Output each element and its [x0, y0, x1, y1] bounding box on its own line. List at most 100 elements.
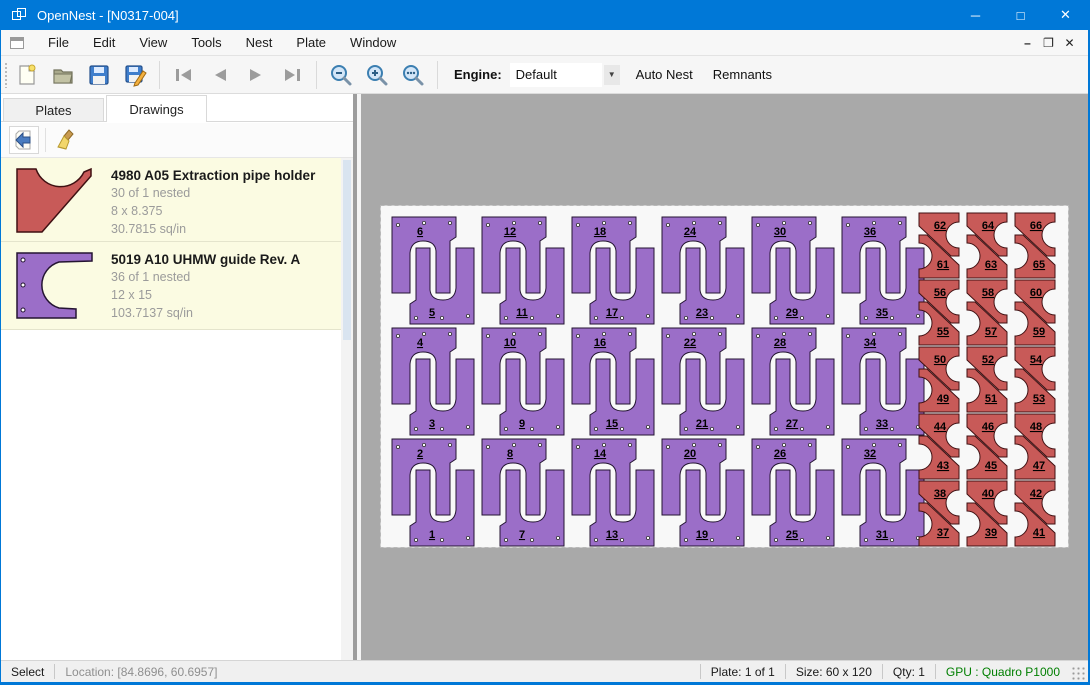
drill-hole — [448, 332, 451, 335]
drill-hole — [916, 314, 919, 317]
part-number: 59 — [1033, 326, 1045, 338]
tab-plates[interactable]: Plates — [3, 98, 104, 121]
menu-edit[interactable]: Edit — [81, 30, 127, 56]
close-button[interactable]: ✕ — [1043, 0, 1088, 30]
drawing-1-title: 4980 A05 Extraction pipe holder — [111, 164, 339, 183]
drill-hole — [422, 443, 425, 446]
go-previous-button[interactable] — [202, 59, 238, 91]
drill-hole — [556, 314, 559, 317]
drill-hole — [864, 427, 867, 430]
zoom-fit-icon — [400, 62, 426, 88]
drawings-scrollbar[interactable] — [341, 158, 353, 660]
drill-hole — [718, 332, 721, 335]
menu-tools[interactable]: Tools — [179, 30, 233, 56]
status-bar: Select Location: [84.8696, 60.6957] Plat… — [1, 660, 1088, 682]
part-number: 17 — [606, 307, 618, 319]
nest-view[interactable]: 6543211211109871817161514132423222120193… — [361, 94, 1088, 660]
part-number: 66 — [1030, 220, 1042, 232]
part-number: 21 — [696, 418, 708, 430]
part-number: 16 — [594, 337, 606, 349]
part-number: 33 — [876, 418, 888, 430]
drill-hole — [736, 536, 739, 539]
auto-nest-button[interactable]: Auto Nest — [626, 60, 703, 90]
drill-hole — [396, 445, 399, 448]
drill-hole — [898, 221, 901, 224]
list-item-drawing-1[interactable]: 4980 A05 Extraction pipe holder 30 of 1 … — [1, 158, 345, 242]
engine-dropdown-arrow[interactable]: ▼ — [604, 65, 620, 85]
go-first-button[interactable] — [166, 59, 202, 91]
open-button[interactable] — [45, 59, 81, 91]
go-next-button[interactable] — [238, 59, 274, 91]
drill-hole — [808, 332, 811, 335]
drill-hole — [710, 538, 713, 541]
mdi-close-button[interactable]: ✕ — [1059, 33, 1080, 53]
menu-file[interactable]: File — [36, 30, 81, 56]
part-number: 54 — [1030, 354, 1043, 366]
drill-hole — [396, 223, 399, 226]
zoom-out-button[interactable] — [323, 59, 359, 91]
drill-hole — [846, 223, 849, 226]
part-number: 48 — [1030, 421, 1042, 433]
menu-window[interactable]: Window — [338, 30, 408, 56]
drill-hole — [646, 314, 649, 317]
part-number: 36 — [864, 226, 876, 238]
new-button[interactable] — [9, 59, 45, 91]
menu-nest[interactable]: Nest — [234, 30, 285, 56]
menu-view[interactable]: View — [127, 30, 179, 56]
part-number: 37 — [937, 527, 949, 539]
drill-hole — [826, 314, 829, 317]
new-file-icon — [15, 63, 39, 87]
remnants-button[interactable]: Remnants — [703, 60, 782, 90]
drill-hole — [736, 425, 739, 428]
part-number: 27 — [786, 418, 798, 430]
mdi-child-icon[interactable] — [10, 37, 24, 49]
drill-hole — [718, 443, 721, 446]
save-as-button[interactable] — [117, 59, 153, 91]
part-number: 38 — [934, 488, 946, 500]
part-number: 57 — [985, 326, 997, 338]
maximize-button[interactable]: □ — [998, 0, 1043, 30]
drill-hole — [846, 445, 849, 448]
drill-hole — [576, 334, 579, 337]
go-last-button[interactable] — [274, 59, 310, 91]
drawing-2-nested: 36 of 1 nested — [111, 270, 339, 285]
zoom-in-button[interactable] — [359, 59, 395, 91]
drill-hole — [864, 316, 867, 319]
resize-grip[interactable] — [1072, 667, 1086, 681]
part-number: 22 — [684, 337, 696, 349]
drill-hole — [576, 223, 579, 226]
drill-hole — [782, 443, 785, 446]
import-back-button[interactable] — [9, 126, 39, 154]
drill-hole — [782, 332, 785, 335]
drill-hole — [448, 221, 451, 224]
part-number: 58 — [982, 287, 994, 299]
drill-hole — [530, 316, 533, 319]
zoom-fit-button[interactable] — [395, 59, 431, 91]
drill-hole — [422, 332, 425, 335]
scrollbar-thumb[interactable] — [343, 160, 351, 340]
app-icon — [12, 8, 28, 22]
menu-plate[interactable]: Plate — [284, 30, 338, 56]
list-item-drawing-2[interactable]: 5019 A10 UHMW guide Rev. A 36 of 1 neste… — [1, 242, 345, 330]
clean-button[interactable] — [52, 126, 82, 154]
minimize-button[interactable]: ─ — [953, 0, 998, 30]
engine-select[interactable]: Default — [510, 63, 602, 87]
part-number: 9 — [519, 418, 525, 430]
drawing-1-thumbnail — [13, 166, 105, 236]
save-button[interactable] — [81, 59, 117, 91]
go-previous-icon — [208, 63, 232, 87]
part-number: 26 — [774, 448, 786, 460]
drill-hole — [602, 221, 605, 224]
tab-drawings[interactable]: Drawings — [106, 95, 207, 122]
drill-hole — [538, 221, 541, 224]
zoom-out-icon — [328, 62, 354, 88]
mdi-restore-button[interactable]: ❐ — [1038, 33, 1059, 53]
drill-hole — [890, 427, 893, 430]
drawings-toolbar — [1, 123, 353, 158]
nest-canvas[interactable]: 6543211211109871817161514132423222120193… — [361, 94, 1088, 660]
drill-hole — [576, 445, 579, 448]
mdi-minimize-button[interactable]: – — [1017, 33, 1038, 53]
drill-hole — [872, 332, 875, 335]
drawing-1-size: 8 x 8.375 — [111, 204, 339, 219]
drill-hole — [808, 221, 811, 224]
